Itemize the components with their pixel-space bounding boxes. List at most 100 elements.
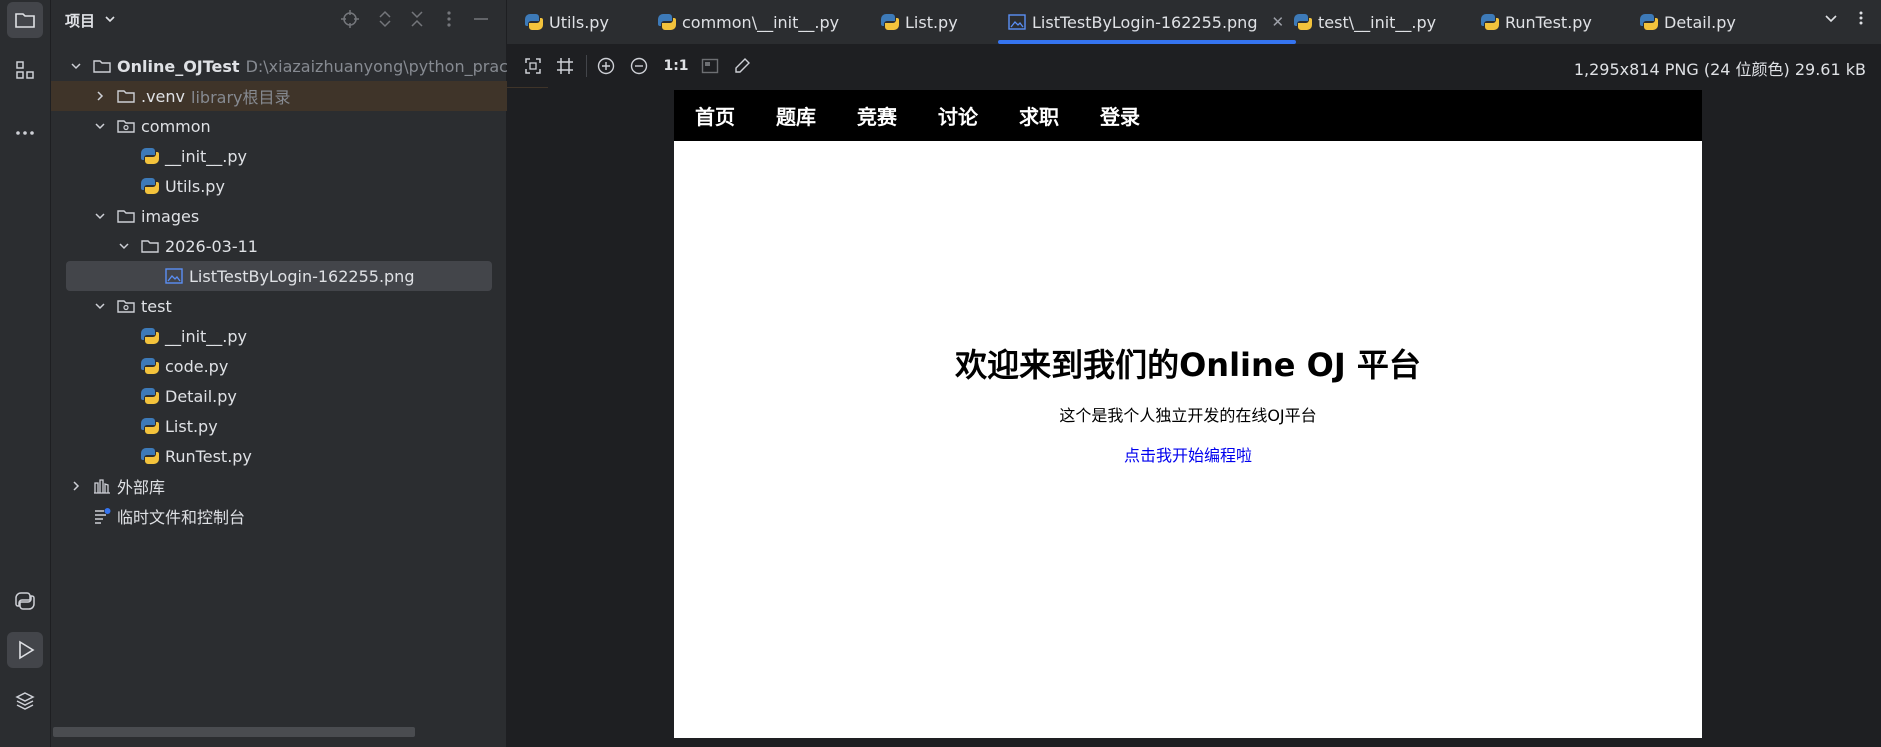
eyedropper-icon bbox=[735, 58, 750, 73]
zoom-in-button[interactable] bbox=[595, 55, 617, 77]
tree-item-label: 临时文件和控制台 bbox=[117, 508, 246, 527]
tab-actions bbox=[1823, 10, 1869, 26]
tab-label: List.py bbox=[905, 12, 958, 32]
editor-tabs: Utils.py common\__init__.py List.py List… bbox=[507, 0, 1881, 45]
tab-detail[interactable]: Detail.py bbox=[1640, 0, 1736, 44]
library-root-note: library根目录 bbox=[191, 88, 291, 107]
python-icon bbox=[141, 448, 159, 464]
actual-size-button[interactable]: 1:1 bbox=[661, 55, 691, 77]
zoom-out-icon bbox=[630, 57, 648, 75]
horizontal-scrollbar[interactable] bbox=[53, 727, 415, 737]
python-icon bbox=[881, 14, 899, 30]
background-icon bbox=[701, 58, 719, 74]
site-nav-home: 首页 bbox=[695, 105, 735, 129]
python-icon bbox=[141, 388, 159, 404]
python-console-button[interactable] bbox=[7, 583, 43, 619]
tree-item-label: .venv bbox=[141, 86, 186, 106]
tree-item-label: test bbox=[141, 296, 172, 316]
grid-button[interactable] bbox=[554, 55, 576, 77]
tree-item-date-folder[interactable]: 2026-03-11 bbox=[51, 231, 572, 261]
python-icon bbox=[141, 148, 159, 164]
tree-item-venv[interactable]: .venv library根目录 bbox=[51, 81, 548, 111]
fit-to-window-button[interactable] bbox=[522, 55, 544, 77]
chevron-down-icon[interactable] bbox=[93, 119, 107, 133]
python-icon bbox=[1481, 14, 1499, 30]
image-preview: 首页 题库 竞赛 讨论 求职 登录 欢迎来到我们的Online OJ 平台 这个… bbox=[674, 90, 1702, 738]
locate-icon[interactable] bbox=[340, 9, 360, 29]
chevron-down-icon[interactable] bbox=[69, 59, 83, 73]
minimize-icon[interactable] bbox=[471, 9, 491, 29]
layers-icon bbox=[15, 692, 35, 710]
collapse-all-icon[interactable] bbox=[407, 9, 427, 29]
package-folder-icon bbox=[117, 300, 135, 313]
chevron-down-icon[interactable] bbox=[117, 239, 131, 253]
tree-item-scratches[interactable]: 临时文件和控制台 bbox=[51, 501, 548, 531]
tree-item-external-libraries[interactable]: 外部库 bbox=[51, 471, 524, 501]
project-panel-title[interactable]: 项目 bbox=[65, 10, 95, 31]
tab-common-init[interactable]: common\__init__.py bbox=[658, 0, 839, 44]
folder-icon bbox=[15, 13, 35, 28]
tree-item-root[interactable]: Online_OJTest D:\xiazaizhuanyong\python_… bbox=[51, 51, 553, 81]
tree-item-label: Online_OJTest bbox=[117, 56, 240, 76]
tree-item-images[interactable]: images bbox=[51, 201, 548, 231]
more-icon bbox=[16, 131, 34, 135]
site-nav-problems: 题库 bbox=[776, 105, 816, 129]
tree-item-common[interactable]: common bbox=[51, 111, 548, 141]
python-icon bbox=[525, 14, 543, 30]
site-nav-discuss: 讨论 bbox=[938, 105, 978, 129]
site-hero-title: 欢迎来到我们的Online OJ 平台 bbox=[955, 346, 1421, 384]
tab-list[interactable]: List.py bbox=[881, 0, 958, 44]
fit-icon bbox=[525, 58, 541, 74]
tab-label: Utils.py bbox=[549, 12, 609, 32]
tab-png-active[interactable]: ListTestByLogin-162255.png ✕ bbox=[997, 0, 1297, 44]
background-button[interactable] bbox=[699, 55, 721, 77]
library-icon bbox=[94, 479, 110, 494]
more-vertical-icon[interactable] bbox=[1853, 10, 1869, 26]
site-hero-subtitle: 这个是我个人独立开发的在线OJ平台 bbox=[1059, 406, 1317, 425]
chevron-down-icon[interactable] bbox=[103, 12, 117, 26]
run-tool-button[interactable] bbox=[7, 632, 43, 668]
tree-item-test[interactable]: test bbox=[51, 291, 548, 321]
python-icon bbox=[1640, 14, 1658, 30]
tab-test-init[interactable]: test\__init__.py bbox=[1294, 0, 1436, 44]
close-icon[interactable]: ✕ bbox=[1271, 13, 1284, 31]
tab-label: RunTest.py bbox=[1505, 12, 1592, 32]
scratches-icon bbox=[95, 508, 111, 524]
tree-item-label: images bbox=[141, 206, 200, 226]
site-nav-login: 登录 bbox=[1100, 105, 1140, 129]
tree-item-label: Utils.py bbox=[165, 176, 225, 196]
tree-item-label: Detail.py bbox=[165, 386, 237, 406]
expand-all-icon[interactable] bbox=[375, 9, 395, 29]
tree-item-label: 2026-03-11 bbox=[165, 236, 258, 256]
package-folder-icon bbox=[117, 120, 135, 133]
more-tools-button[interactable] bbox=[7, 115, 43, 151]
chevron-down-icon[interactable] bbox=[93, 209, 107, 223]
python-icon bbox=[658, 14, 676, 30]
project-panel: 项目 Online_OJTest D:\xiazaizhuanyong\pyth… bbox=[51, 0, 553, 747]
color-picker-button[interactable] bbox=[731, 55, 753, 77]
chevron-right-icon[interactable] bbox=[69, 479, 83, 493]
python-console-icon bbox=[15, 592, 35, 610]
chevron-down-icon[interactable] bbox=[93, 299, 107, 313]
chevron-down-icon[interactable] bbox=[1823, 10, 1839, 26]
site-nav-jobs: 求职 bbox=[1019, 105, 1059, 129]
tree-item-label: common bbox=[141, 116, 211, 136]
structure-icon bbox=[16, 61, 34, 79]
options-icon[interactable] bbox=[439, 9, 459, 29]
tab-label: ListTestByLogin-162255.png bbox=[1032, 12, 1258, 32]
folder-icon bbox=[117, 210, 135, 223]
project-tool-button[interactable] bbox=[7, 2, 43, 38]
tab-label: test\__init__.py bbox=[1318, 12, 1437, 32]
folder-icon bbox=[141, 240, 159, 253]
toolbar-separator bbox=[586, 55, 587, 77]
tab-utils[interactable]: Utils.py bbox=[525, 0, 609, 44]
tree-item-label: __init__.py bbox=[165, 146, 248, 166]
python-icon bbox=[141, 418, 159, 434]
zoom-out-button[interactable] bbox=[628, 55, 650, 77]
site-nav-contests: 竞赛 bbox=[857, 105, 897, 129]
structure-tool-button[interactable] bbox=[7, 52, 43, 88]
chevron-right-icon[interactable] bbox=[93, 89, 107, 103]
tab-runtest[interactable]: RunTest.py bbox=[1481, 0, 1592, 44]
tree-item-png[interactable]: ListTestByLogin-162255.png bbox=[66, 261, 492, 291]
layers-tool-button[interactable] bbox=[7, 683, 43, 719]
